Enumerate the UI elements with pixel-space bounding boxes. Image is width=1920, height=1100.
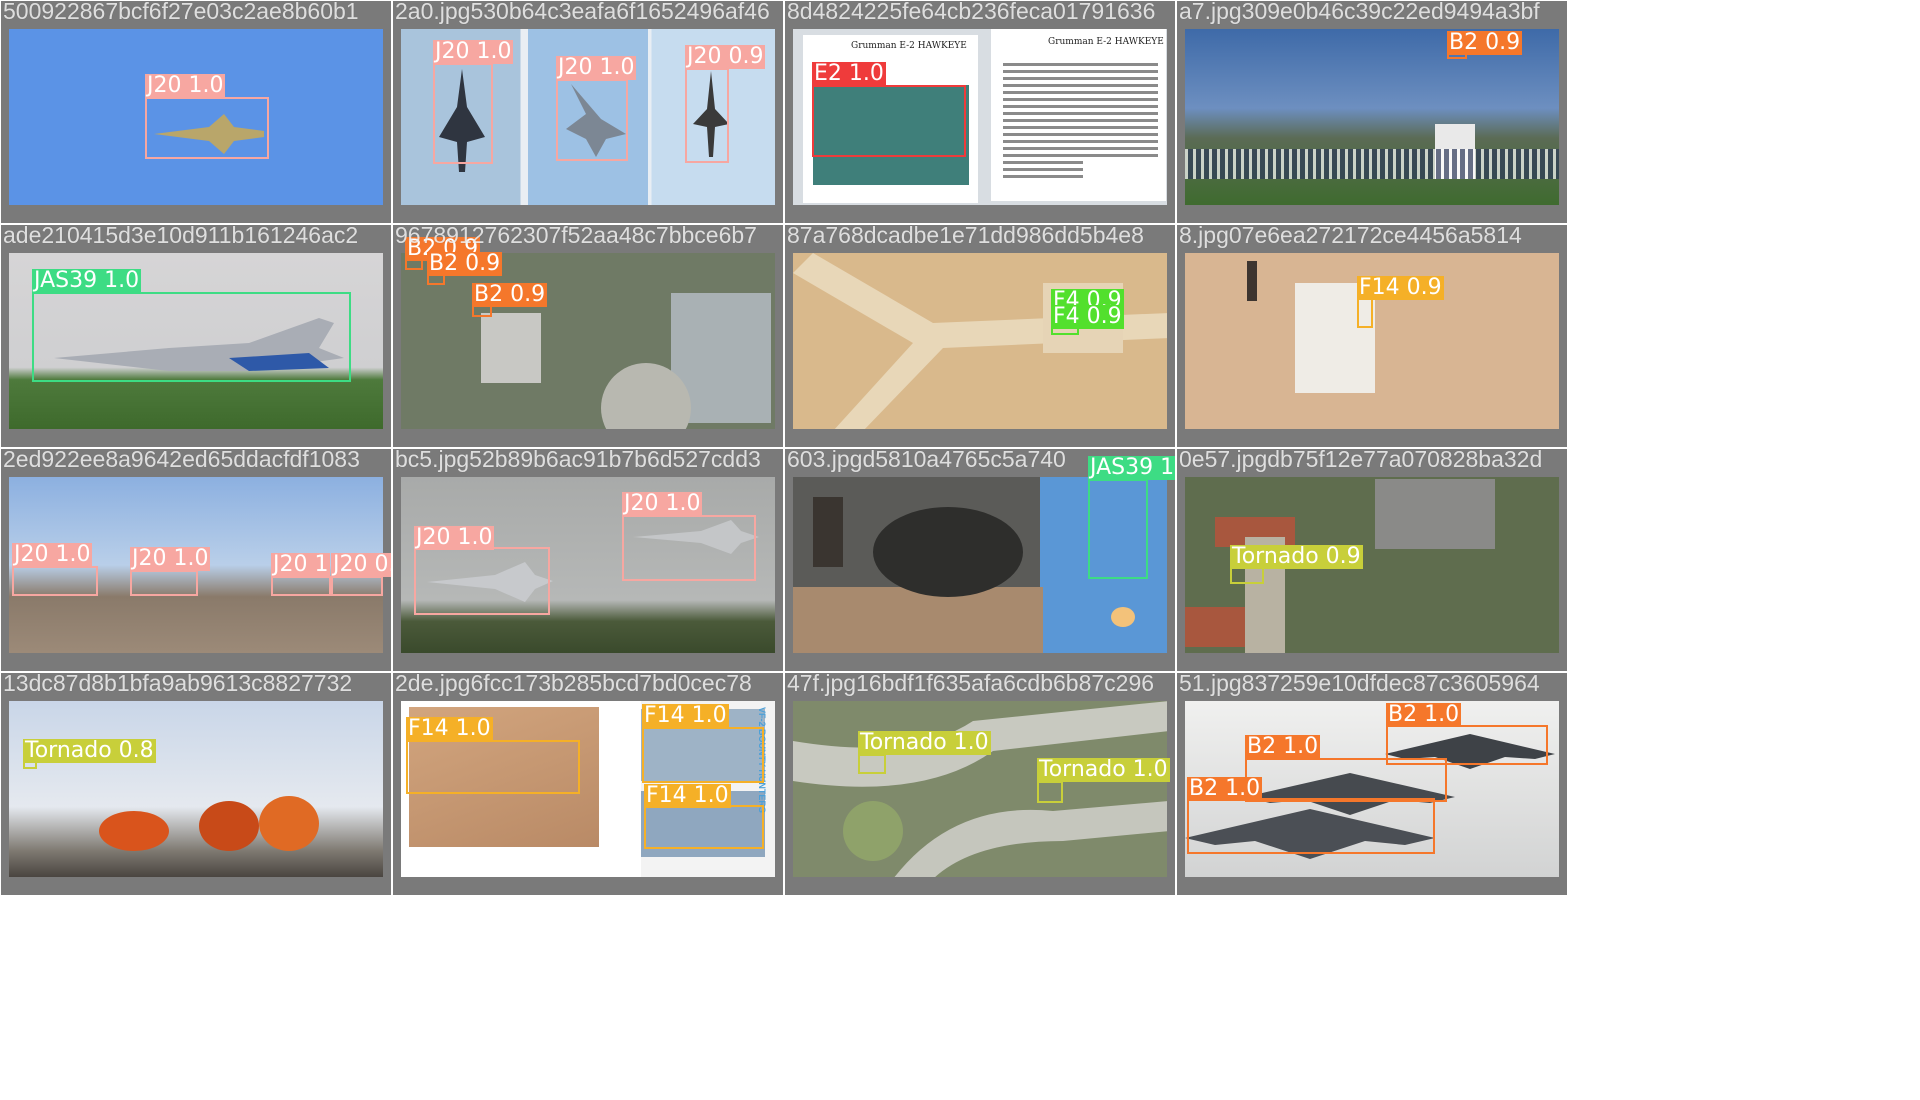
- tile-8: F14 0.9 8.jpg07e6ea272172ce4456a5814: [1176, 224, 1568, 448]
- satellite-photo: [793, 701, 1167, 877]
- filename: 2de.jpg6fcc173b285bcd7bd0cec78: [395, 672, 752, 696]
- filename: 2ed922ee8a9642ed65ddacfdf1083: [3, 448, 360, 472]
- tile-4: B2 0.9 a7.jpg309e0b46c39c22ed9494a3bf: [1176, 0, 1568, 224]
- bbox-tornado: [858, 754, 886, 774]
- det-label: F14 1.0: [642, 703, 729, 728]
- tile-9: J20 1.0 J20 1.0 J20 1 J20 0.9 2ed922ee8a…: [0, 448, 392, 672]
- filename: 0e57.jpgdb75f12e77a070828ba32d: [1179, 448, 1543, 472]
- det-label: JAS39 1.0: [1088, 456, 1175, 480]
- det-label: J20 0.9: [685, 44, 766, 69]
- filename: 51.jpg837259e10dfdec87c3605964: [1179, 672, 1540, 696]
- det-label: Tornado 0.8: [23, 738, 156, 763]
- tile-11: JAS39 1.0 603.jpgd5810a4765c5a740: [784, 448, 1176, 672]
- filename: 47f.jpg16bdf1f635afa6cdb6b87c296: [787, 672, 1155, 696]
- bbox-j20: [433, 63, 493, 164]
- desert-satellite-photo: [793, 253, 1167, 429]
- bbox-f14: [1357, 296, 1373, 328]
- det-label: Tornado 1.0: [1037, 757, 1170, 782]
- satellite-photo: [401, 253, 775, 429]
- filename: 2a0.jpg530b64c3eafa6f1652496af46: [395, 0, 770, 24]
- det-label: J20 1.0: [145, 73, 226, 98]
- bbox-j20: [271, 576, 331, 596]
- bbox-tornado: [1037, 781, 1063, 803]
- det-label: F14 1.0: [644, 783, 731, 808]
- card-title: Grumman E-2 HAWKEYE: [1048, 37, 1164, 47]
- filename: 13dc87d8b1bfa9ab9613c8827732: [3, 672, 353, 696]
- det-label: J20 1.0: [414, 525, 495, 550]
- det-label: J20 1.0: [622, 491, 703, 516]
- det-label: J20 1.0: [433, 39, 514, 64]
- tile-3: Grumman E-2 HAWKEYE Grumman E-2 HAWKEYE …: [784, 0, 1176, 224]
- det-label: JAS39 1.0: [32, 268, 142, 293]
- det-label: B2 1.0: [1245, 734, 1321, 759]
- bbox-j20: [130, 570, 198, 596]
- det-label: B2 1.0: [1386, 702, 1462, 727]
- det-label: B2 0.9: [472, 282, 548, 307]
- bbox-j20: [414, 547, 550, 615]
- bbox-j20: [145, 97, 269, 159]
- bbox-b2: [1245, 758, 1447, 802]
- bbox-f14: [642, 727, 764, 783]
- tile-12: Tornado 0.9 0e57.jpgdb75f12e77a070828ba3…: [1176, 448, 1568, 672]
- filename: 500922867bcf6f27e03c2ae8b60b1: [3, 0, 359, 24]
- filename: a7.jpg309e0b46c39c22ed9494a3bf: [1179, 0, 1540, 24]
- bbox-e2: [812, 85, 966, 157]
- filename: 87a768dcadbe1e71dd986dd5b4e8: [787, 224, 1144, 248]
- det-label: Tornado 1.0: [858, 730, 991, 755]
- tile-14: VF-2 BOUNTY HUNTERS F14 1.0 F14 1.0 F14 …: [392, 672, 784, 896]
- tile-15: Tornado 1.0 Tornado 1.0 47f.jpg16bdf1f63…: [784, 672, 1176, 896]
- tile-13: Tornado 0.8 13dc87d8b1bfa9ab9613c8827732: [0, 672, 392, 896]
- det-label: J20 0.9: [331, 553, 391, 577]
- tile-10: J20 1.0 J20 1.0 bc5.jpg52b89b6ac91b7b6d5…: [392, 448, 784, 672]
- det-label: Tornado 0.9: [1230, 544, 1363, 569]
- bbox-j20: [685, 68, 729, 163]
- tile-2: J20 1.0 J20 1.0 J20 0.9 2a0.jpg530b64c3e…: [392, 0, 784, 224]
- bbox-jas39: [32, 292, 351, 382]
- det-label: J20 1: [271, 552, 331, 577]
- det-label: J20 1.0: [130, 546, 211, 571]
- card-title: Grumman E-2 HAWKEYE: [851, 41, 967, 51]
- tile-1: J20 1.0 500922867bcf6f27e03c2ae8b60b1: [0, 0, 392, 224]
- bbox-j20: [556, 79, 628, 161]
- bbox-f14: [644, 805, 764, 849]
- tile-5: JAS39 1.0 ade210415d3e10d911b161246ac2: [0, 224, 392, 448]
- tile-7: F4 0.9 F4 0.9 87a768dcadbe1e71dd986dd5b4…: [784, 224, 1176, 448]
- det-label: F4 0.9: [1051, 304, 1124, 329]
- det-label: B2 0.9: [1447, 30, 1523, 55]
- det-label: F14 1.0: [406, 716, 493, 741]
- bbox-b2: [1187, 798, 1435, 854]
- bbox-j20: [331, 576, 383, 596]
- det-label: J20 1.0: [556, 55, 637, 80]
- det-label: B2 0.9: [427, 251, 503, 276]
- tile-16: B2 1.0 B2 1.0 B2 1.0 51.jpg837259e10dfde…: [1176, 672, 1568, 896]
- bbox-jas39: [1088, 479, 1148, 579]
- bbox-f14: [406, 740, 580, 794]
- bbox-j20: [12, 566, 98, 596]
- filename: 603.jpgd5810a4765c5a740: [787, 448, 1066, 472]
- det-label: E2 1.0: [812, 61, 886, 86]
- filename: bc5.jpg52b89b6ac91b7b6d527cdd3: [395, 448, 761, 472]
- stadium-photo: [1185, 29, 1559, 205]
- bbox-j20: [622, 515, 756, 581]
- airshow-explosion-photo: [9, 701, 383, 877]
- filename: ade210415d3e10d911b161246ac2: [3, 224, 359, 248]
- det-label: F14 0.9: [1357, 275, 1444, 300]
- det-label: B2 1.0: [1187, 776, 1263, 801]
- filename: 8d4824225fe64cb236feca01791636: [787, 0, 1156, 24]
- filename: 8.jpg07e6ea272172ce4456a5814: [1179, 224, 1522, 248]
- det-label: J20 1.0: [12, 542, 93, 567]
- detection-mosaic: J20 1.0 500922867bcf6f27e03c2ae8b60b1 J2…: [0, 0, 1568, 898]
- tile-6: B2 0.9 B2 0.9 B2 0.9 9678912762307f52aa4…: [392, 224, 784, 448]
